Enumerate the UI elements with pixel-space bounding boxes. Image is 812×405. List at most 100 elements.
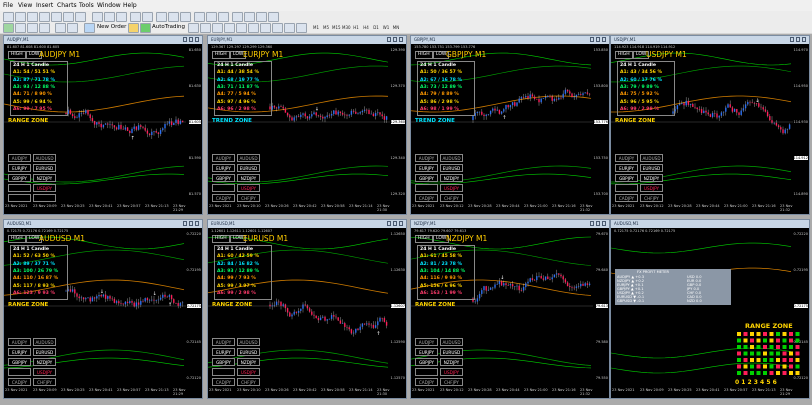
- channel-tool-icon[interactable]: [248, 23, 259, 33]
- pair-button[interactable]: GBPJPY: [8, 358, 31, 366]
- trendline-icon[interactable]: [268, 12, 279, 22]
- chart-shift-icon[interactable]: [180, 12, 191, 22]
- pair-button[interactable]: AUDJPY: [212, 154, 235, 162]
- pair-button[interactable]: EURUSD: [33, 348, 56, 356]
- pair-button[interactable]: USDJPY: [440, 184, 463, 192]
- pair-button[interactable]: [415, 368, 438, 376]
- chart-window-gbpjpy[interactable]: GBPJPY,M1 ↑ 153.780 153.751 153.799 153.77…: [410, 35, 610, 215]
- pair-button[interactable]: USDJPY: [440, 368, 463, 376]
- data-window-icon[interactable]: [39, 12, 50, 22]
- pair-button[interactable]: NZDJPY: [237, 174, 260, 182]
- pair-button[interactable]: GBPJPY: [415, 358, 438, 366]
- pair-button[interactable]: EURJPY: [415, 164, 438, 172]
- chart-window-eurusd[interactable]: EURUSD,M1 ↑ 1.12601 1.12611 1.12601 1.1260…: [207, 219, 407, 399]
- crosshair-tool-icon[interactable]: [200, 23, 211, 33]
- terminal-icon[interactable]: [63, 12, 74, 22]
- pair-button[interactable]: CADJPY: [415, 194, 438, 202]
- pair-button[interactable]: [615, 184, 638, 192]
- maximize-button[interactable]: [596, 221, 600, 226]
- window-title[interactable]: AUDJPY,M1: [4, 36, 202, 44]
- pair-button[interactable]: EURUSD: [237, 164, 260, 172]
- high-button[interactable]: HIGH: [212, 235, 230, 243]
- tester-icon[interactable]: [75, 12, 86, 22]
- menu-tools[interactable]: Tools: [79, 0, 94, 11]
- pair-button[interactable]: [415, 184, 438, 192]
- pair-button[interactable]: CHFJPY: [640, 194, 663, 202]
- auto-trading-button[interactable]: AutoTrading: [152, 22, 185, 33]
- pair-button[interactable]: AUDJPY: [615, 154, 638, 162]
- cursor-icon[interactable]: [188, 23, 199, 33]
- market-watch-icon[interactable]: [27, 12, 38, 22]
- chart-window-audjpy[interactable]: AUDJPY,M1 ↑ 81.607 81.608 81.600 81.605 HIG…: [3, 35, 203, 215]
- pair-button[interactable]: CHFJPY: [440, 378, 463, 386]
- maximize-button[interactable]: [796, 37, 800, 42]
- new-chart-icon[interactable]: [3, 12, 14, 22]
- line-chart-icon[interactable]: [116, 12, 127, 22]
- high-button[interactable]: HIGH: [8, 235, 26, 243]
- window-title[interactable]: EURJPY,M1: [208, 36, 406, 44]
- pair-button[interactable]: NZDJPY: [640, 174, 663, 182]
- label-tool-icon[interactable]: [284, 23, 295, 33]
- close-button[interactable]: [387, 37, 391, 42]
- maximize-button[interactable]: [189, 37, 193, 42]
- zoom-in-icon[interactable]: [130, 12, 141, 22]
- horizontal-line-icon[interactable]: [256, 12, 267, 22]
- window-title[interactable]: AUDUSD,M1: [611, 220, 809, 228]
- pair-button[interactable]: [212, 184, 235, 192]
- timeframe-w1[interactable]: W1: [382, 23, 390, 32]
- pair-button[interactable]: AUDUSD: [237, 154, 260, 162]
- pair-button[interactable]: AUDUSD: [33, 338, 56, 346]
- window-title[interactable]: EURUSD,M1: [208, 220, 406, 228]
- zoom-out-icon[interactable]: [142, 12, 153, 22]
- menu-help[interactable]: Help: [123, 0, 137, 11]
- pair-button[interactable]: CHFJPY: [237, 194, 260, 202]
- chart-window-nzdjpy[interactable]: NZDJPY,M1 ↓ 79.617 79.620 79.607 79.613 HIG…: [410, 219, 610, 399]
- pair-button[interactable]: CADJPY: [415, 378, 438, 386]
- menu-insert[interactable]: Insert: [36, 0, 53, 11]
- pair-button[interactable]: EURJPY: [415, 348, 438, 356]
- pair-button[interactable]: GBPJPY: [212, 174, 235, 182]
- tile-windows-icon[interactable]: [156, 12, 167, 22]
- arrows-tool-icon[interactable]: [296, 23, 307, 33]
- experts-icon[interactable]: [128, 23, 139, 33]
- options-icon[interactable]: [67, 23, 78, 33]
- pair-button[interactable]: AUDJPY: [8, 338, 31, 346]
- close-button[interactable]: [183, 221, 187, 226]
- add-icon[interactable]: [3, 23, 14, 33]
- bar-chart-icon[interactable]: [92, 12, 103, 22]
- pair-button[interactable]: AUDJPY: [212, 338, 235, 346]
- pair-button[interactable]: EURUSD: [440, 164, 463, 172]
- pair-button[interactable]: USDJPY: [237, 184, 260, 192]
- pair-button[interactable]: CADJPY: [212, 194, 235, 202]
- timeframe-m5[interactable]: M5: [322, 23, 330, 32]
- pair-button[interactable]: [8, 194, 31, 202]
- timeframe-m15[interactable]: M15: [332, 23, 341, 32]
- menu-charts[interactable]: Charts: [57, 0, 77, 11]
- pair-button[interactable]: CHFJPY: [237, 378, 260, 386]
- pair-button[interactable]: EURUSD: [237, 348, 260, 356]
- pair-button[interactable]: EURJPY: [615, 164, 638, 172]
- fibo-tool-icon[interactable]: [260, 23, 271, 33]
- timeframe-h4[interactable]: H4: [362, 23, 370, 32]
- minimize-button[interactable]: [602, 221, 606, 226]
- minimize-button[interactable]: [399, 37, 403, 42]
- minimize-button[interactable]: [802, 37, 806, 42]
- maximize-button[interactable]: [393, 221, 397, 226]
- window-title[interactable]: GBPJPY,M1: [411, 36, 609, 44]
- pair-button[interactable]: GBPJPY: [212, 358, 235, 366]
- pair-button[interactable]: AUDUSD: [237, 338, 260, 346]
- new-order-button[interactable]: New Order: [97, 22, 126, 33]
- maximize-button[interactable]: [393, 37, 397, 42]
- pair-button[interactable]: NZDJPY: [33, 174, 56, 182]
- menu-view[interactable]: View: [18, 0, 32, 11]
- pair-button[interactable]: EURUSD: [33, 164, 56, 172]
- profiles-icon[interactable]: [15, 12, 26, 22]
- close-button[interactable]: [183, 37, 187, 42]
- pair-button[interactable]: NZDJPY: [33, 358, 56, 366]
- high-button[interactable]: HIGH: [615, 51, 633, 59]
- pair-button[interactable]: USDJPY: [640, 184, 663, 192]
- pair-button[interactable]: GBPJPY: [415, 174, 438, 182]
- signals-icon[interactable]: [39, 23, 50, 33]
- pair-button[interactable]: GBPJPY: [8, 174, 31, 182]
- pair-button[interactable]: AUDUSD: [440, 154, 463, 162]
